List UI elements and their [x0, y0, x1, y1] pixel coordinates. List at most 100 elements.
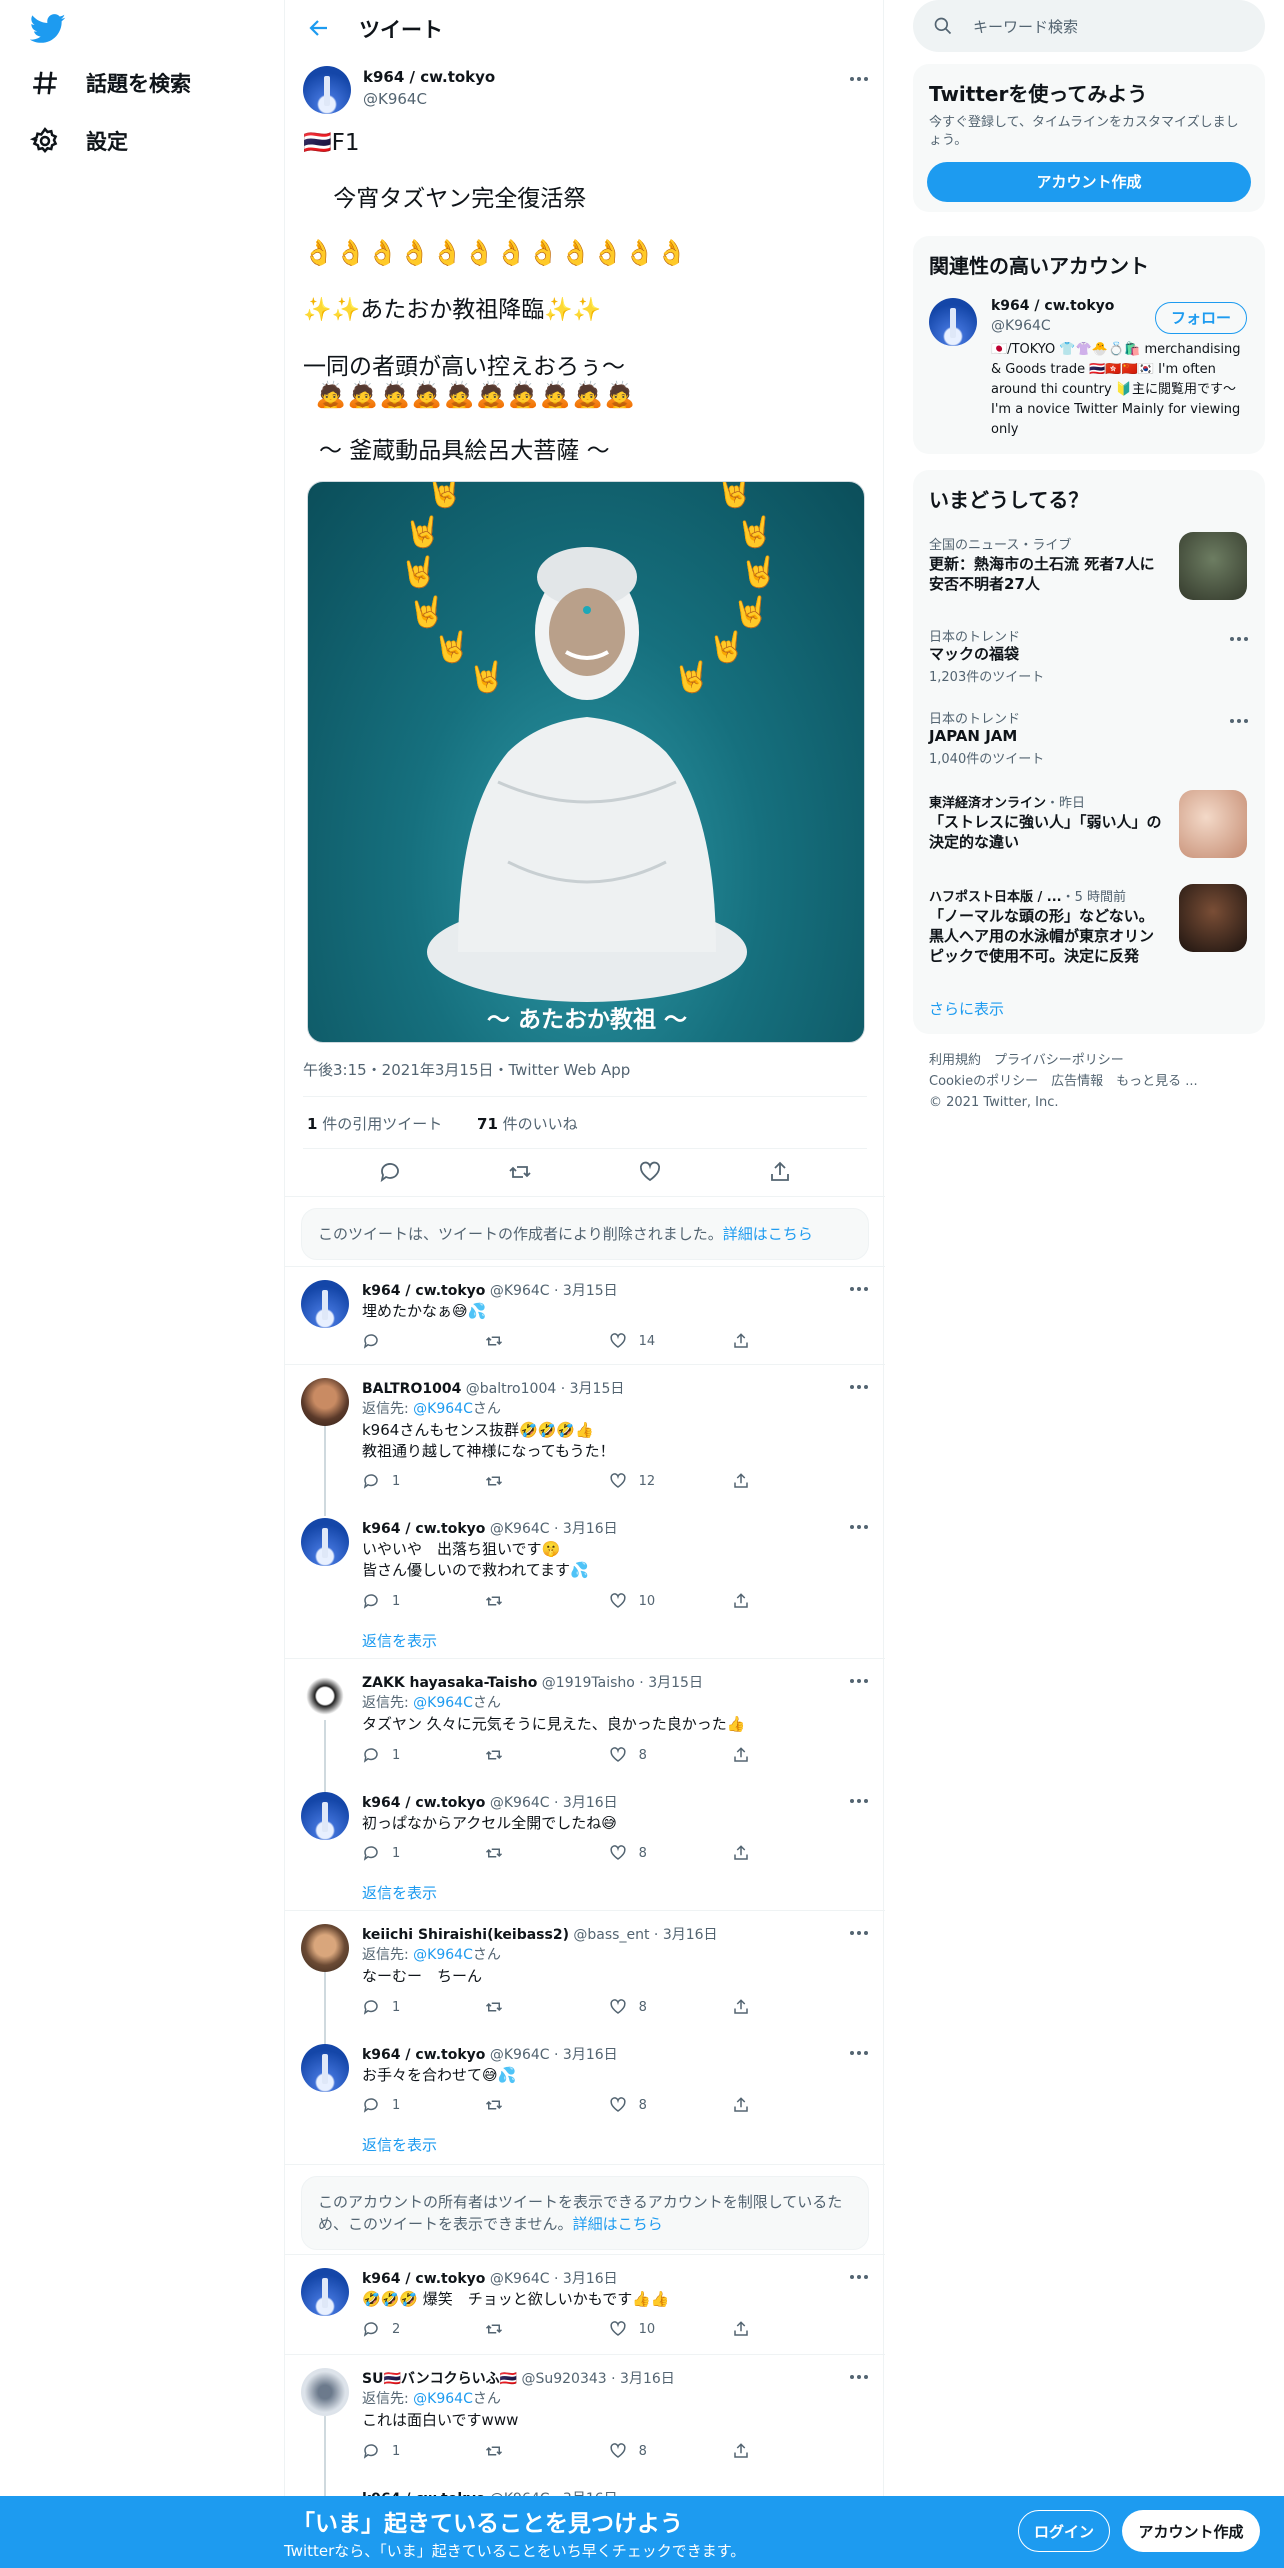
reply-button[interactable]: 1 [362, 1746, 422, 1764]
nav-settings[interactable]: 設定 [30, 126, 128, 156]
reply-to-link[interactable]: @K964C [413, 1695, 473, 1711]
share-button[interactable] [732, 1332, 792, 1350]
reply-tweet[interactable]: SU🇹🇭バンコクらいふ🇹🇭 @Su920343 · 3月16日 返信先: @K9… [285, 2354, 885, 2474]
author-handle[interactable]: @K964C [363, 90, 427, 108]
share-button[interactable] [732, 1746, 792, 1764]
reply-tweet[interactable]: k964 / cw.tokyo @K964C · 3月16日 🤣🤣🤣 爆笑 チョ… [285, 2254, 885, 2352]
reply-name[interactable]: k964 / cw.tokyo [362, 1283, 485, 1299]
show-more-link[interactable]: さらに表示 [929, 998, 1004, 1019]
restricted-notice-link[interactable]: 詳細はこちら [573, 2215, 663, 2233]
reply-name[interactable]: keiichi Shiraishi(keibass2) [362, 1927, 569, 1943]
share-button[interactable] [732, 1998, 792, 2016]
like-label[interactable]: 件のいいね [503, 1115, 578, 1133]
reply-name[interactable]: k964 / cw.tokyo [362, 2047, 485, 2063]
like-button[interactable]: 12 [609, 1472, 669, 1490]
retweet-button[interactable] [485, 1998, 545, 2016]
twitter-logo-icon[interactable] [30, 14, 66, 44]
search-box[interactable]: キーワード検索 [913, 0, 1265, 52]
reply-button[interactable]: 1 [362, 1592, 422, 1610]
reply-tweet[interactable]: k964 / cw.tokyo @K964C · 3月16日 いやいや 出落ち狙… [285, 1504, 885, 1650]
more-icon[interactable] [1229, 718, 1249, 724]
reply-date[interactable]: 3月16日 [563, 1521, 618, 1537]
retweet-icon[interactable] [508, 1160, 532, 1184]
reply-icon[interactable] [378, 1160, 402, 1184]
reply-avatar[interactable] [301, 1518, 349, 1566]
author-name[interactable]: k964 / cw.tokyo [363, 68, 495, 86]
reply-date[interactable]: 3月15日 [563, 1283, 618, 1299]
reply-avatar[interactable] [301, 1378, 349, 1426]
reply-date[interactable]: 3月15日 [648, 1675, 703, 1691]
more-icon[interactable] [849, 2274, 869, 2280]
footer-line[interactable]: Cookieのポリシー 広告情報 もっと見る ... [929, 1071, 1198, 1092]
reply-name[interactable]: BALTRO1004 [362, 1381, 461, 1397]
reply-tweet[interactable]: BALTRO1004 @baltro1004 · 3月15日 返信先: @K96… [285, 1364, 885, 1504]
reply-name[interactable]: ZAKK hayasaka-Taisho [362, 1675, 537, 1691]
retweet-button[interactable] [485, 2096, 545, 2114]
more-icon[interactable] [1229, 636, 1249, 642]
reply-name[interactable]: k964 / cw.tokyo [362, 1795, 485, 1811]
reply-to-link[interactable]: @K964C [413, 2391, 473, 2407]
like-button[interactable]: 8 [609, 2442, 669, 2460]
more-icon[interactable] [849, 76, 869, 82]
like-button[interactable]: 8 [609, 1844, 669, 1862]
like-button[interactable]: 14 [609, 1332, 669, 1350]
nav-explore[interactable]: 話題を検索 [30, 68, 191, 98]
more-icon[interactable] [849, 2374, 869, 2380]
reply-handle[interactable]: @bass_ent [573, 1927, 649, 1943]
reply-tweet[interactable]: ZAKK hayasaka-Taisho @1919Taisho · 3月15日… [285, 1658, 885, 1778]
reply-tweet[interactable]: k964 / cw.tokyo @K964C · 3月16日 お手々を合わせて😅… [285, 2030, 885, 2154]
tweet-timestamp[interactable]: 午後3:15・2021年3月15日・Twitter Web App [303, 1059, 630, 1080]
reply-tweet[interactable]: keiichi Shiraishi(keibass2) @bass_ent · … [285, 1910, 885, 2030]
author-avatar[interactable] [303, 66, 351, 114]
create-account-button[interactable]: アカウント作成 [927, 162, 1251, 202]
reply-tweet[interactable]: k964 / cw.tokyo @K964C · 3月15日 埋めたかなぁ😅💦 … [285, 1266, 885, 1362]
reply-avatar[interactable] [301, 2268, 349, 2316]
reply-handle[interactable]: @baltro1004 [466, 1381, 557, 1397]
quote-count[interactable]: 1 [307, 1115, 317, 1133]
share-button[interactable] [732, 1472, 792, 1490]
bottom-signup-button[interactable]: アカウント作成 [1122, 2510, 1260, 2552]
reply-handle[interactable]: @K964C [490, 1521, 550, 1537]
reply-handle[interactable]: @K964C [490, 2047, 550, 2063]
like-button[interactable]: 10 [609, 2320, 669, 2338]
reply-date[interactable]: 3月16日 [563, 2271, 618, 2287]
share-button[interactable] [732, 1592, 792, 1610]
like-button[interactable]: 10 [609, 1592, 669, 1610]
more-icon[interactable] [849, 2050, 869, 2056]
reply-handle[interactable]: @Su920343 [521, 2371, 606, 2387]
like-button[interactable]: 8 [609, 2096, 669, 2114]
login-button[interactable]: ログイン [1018, 2510, 1110, 2552]
share-button[interactable] [732, 1844, 792, 1862]
share-button[interactable] [732, 2096, 792, 2114]
reply-to-link[interactable]: @K964C [413, 1947, 473, 1963]
reply-button[interactable]: 1 [362, 2096, 422, 2114]
like-button[interactable]: 8 [609, 1998, 669, 2016]
like-icon[interactable] [638, 1160, 662, 1184]
more-icon[interactable] [849, 1678, 869, 1684]
reply-handle[interactable]: @K964C [490, 2271, 550, 2287]
related-name[interactable]: k964 / cw.tokyo [991, 298, 1114, 314]
reply-tweet[interactable]: k964 / cw.tokyo @K964C · 3月16日 初っぱなからアクセ… [285, 1778, 885, 1902]
retweet-button[interactable] [485, 2320, 545, 2338]
retweet-button[interactable] [485, 1332, 545, 1350]
show-replies-link[interactable]: 返信を表示 [362, 1630, 437, 1651]
reply-handle[interactable]: @K964C [490, 1795, 550, 1811]
reply-avatar[interactable] [301, 1280, 349, 1328]
reply-avatar[interactable] [301, 1672, 349, 1720]
related-handle[interactable]: @K964C [991, 318, 1051, 334]
retweet-button[interactable] [485, 1472, 545, 1490]
quote-label[interactable]: 件の引用ツイート [322, 1115, 442, 1133]
retweet-button[interactable] [485, 1592, 545, 1610]
more-icon[interactable] [849, 1798, 869, 1804]
reply-name[interactable]: SU🇹🇭バンコクらいふ🇹🇭 [362, 2371, 517, 2387]
share-button[interactable] [732, 2442, 792, 2460]
more-icon[interactable] [849, 1930, 869, 1936]
reply-date[interactable]: 3月15日 [570, 1381, 625, 1397]
like-count[interactable]: 71 [477, 1115, 498, 1133]
reply-date[interactable]: 3月16日 [620, 2371, 675, 2387]
reply-handle[interactable]: @1919Taisho [542, 1675, 635, 1691]
reply-button[interactable]: 1 [362, 1998, 422, 2016]
reply-avatar[interactable] [301, 1924, 349, 1972]
reply-date[interactable]: 3月16日 [563, 2047, 618, 2063]
share-button[interactable] [732, 2320, 792, 2338]
